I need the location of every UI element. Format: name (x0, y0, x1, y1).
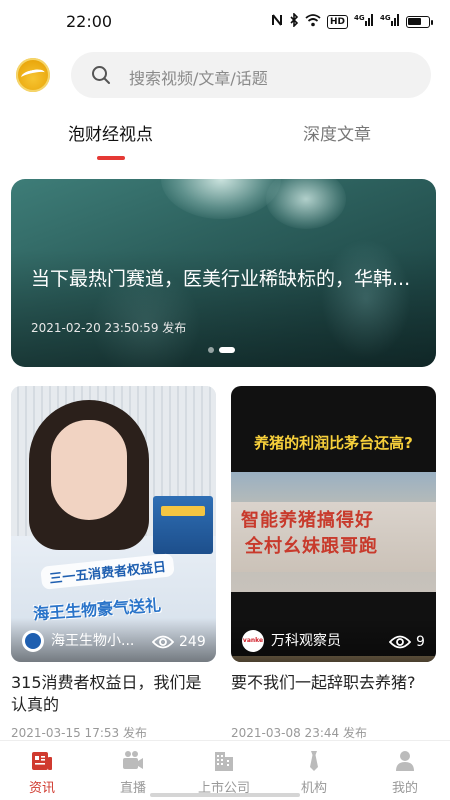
featured-banner[interactable]: 当下最热门赛道，医美行业稀缺标的，华韩... 2021-02-20 23:50:… (11, 179, 436, 367)
svg-text:4G: 4G (380, 14, 391, 22)
video-camera-icon (123, 751, 143, 769)
banner-title: 当下最热门赛道，医美行业稀缺标的，华韩... (31, 268, 411, 290)
battery-icon (406, 16, 433, 28)
header: 搜索视频/文章/话题 (0, 44, 450, 108)
status-icons: HD 4G 4G (271, 12, 433, 31)
card-date: 2021-03-15 17:53 发布 (11, 726, 147, 740)
product-box-image (153, 496, 213, 554)
haiwang-avatar-icon[interactable] (22, 630, 44, 652)
eye-icon (389, 635, 411, 649)
video-thumbnail[interactable]: 养猪的利润比茅台还高? 智能养猪搞得好 全村幺妹跟哥跑 vanke 万科观察员 … (231, 386, 436, 662)
nav-label: 资讯 (28, 781, 55, 796)
search-placeholder: 搜索视频/文章/话题 (129, 69, 268, 88)
video-thumbnail[interactable]: 三一五消费者权益日 海王生物豪气送礼 海王生物小... 249 (11, 386, 216, 662)
hd-icon: HD (326, 15, 348, 29)
card-date: 2021-03-08 23:44 发布 (231, 726, 367, 740)
search-icon (92, 66, 110, 84)
active-tab-indicator (97, 156, 125, 160)
home-indicator (150, 793, 300, 797)
banner-date: 2021-02-20 23:50:59 发布 (31, 321, 187, 335)
card-title[interactable]: 315消费者权益日，我们是认真的 (11, 672, 216, 716)
battery-level (408, 18, 421, 25)
building-icon (215, 752, 233, 771)
author-name[interactable]: 海王生物小... (51, 630, 134, 650)
card-title[interactable]: 要不我们一起辞职去养猪? (231, 672, 436, 716)
svg-text:4G: 4G (354, 14, 365, 22)
carousel-indicator (208, 347, 235, 353)
nav-item-live[interactable]: 直播 (98, 749, 168, 796)
eye-icon (152, 635, 174, 649)
view-count: 9 (416, 634, 425, 650)
thumbnail-slogan: 智能养猪搞得好 (241, 510, 374, 531)
news-icon (32, 752, 52, 770)
status-time: 22:00 (66, 12, 113, 31)
status-bar: 22:00 HD 4G 4G (0, 0, 450, 44)
nav-item-institutions[interactable]: 机构 (279, 749, 349, 796)
nav-item-news[interactable]: 资讯 (7, 749, 77, 796)
thumbnail-headline: 养猪的利润比茅台还高? (254, 434, 413, 452)
carousel-dot-active (219, 347, 235, 353)
nfc-icon (271, 13, 283, 31)
tab-paocaijing-viewpoint[interactable]: 泡财经视点 (68, 120, 153, 145)
bottom-nav: 资讯 直播 上市公司 机构 我的 (0, 740, 450, 800)
video-card[interactable]: 三一五消费者权益日 海王生物豪气送礼 海王生物小... 249 315消费者权益… (11, 386, 216, 741)
view-count: 249 (179, 634, 206, 650)
bluetooth-icon (289, 12, 299, 31)
content-tabs: 泡财经视点 深度文章 (0, 108, 450, 170)
author-name[interactable]: 万科观察员 (271, 630, 341, 650)
video-card[interactable]: 养猪的利润比茅台还高? 智能养猪搞得好 全村幺妹跟哥跑 vanke 万科观察员 … (231, 386, 436, 741)
vanke-avatar-icon[interactable]: vanke (242, 630, 264, 652)
tie-icon (310, 751, 318, 771)
nav-item-listed-companies[interactable]: 上市公司 (189, 749, 259, 796)
app-logo-icon[interactable] (16, 58, 50, 92)
nav-label: 我的 (391, 781, 418, 796)
signal-4g-icon: 4G (380, 13, 400, 31)
tab-deep-articles[interactable]: 深度文章 (303, 120, 371, 145)
carousel-dot (208, 347, 214, 353)
thumbnail-slogan: 全村幺妹跟哥跑 (245, 536, 378, 557)
nav-item-mine[interactable]: 我的 (370, 749, 440, 796)
search-bar[interactable]: 搜索视频/文章/话题 (71, 52, 431, 98)
signal-4g-icon: 4G (354, 13, 374, 31)
person-icon (396, 751, 414, 771)
wifi-icon (305, 13, 321, 31)
